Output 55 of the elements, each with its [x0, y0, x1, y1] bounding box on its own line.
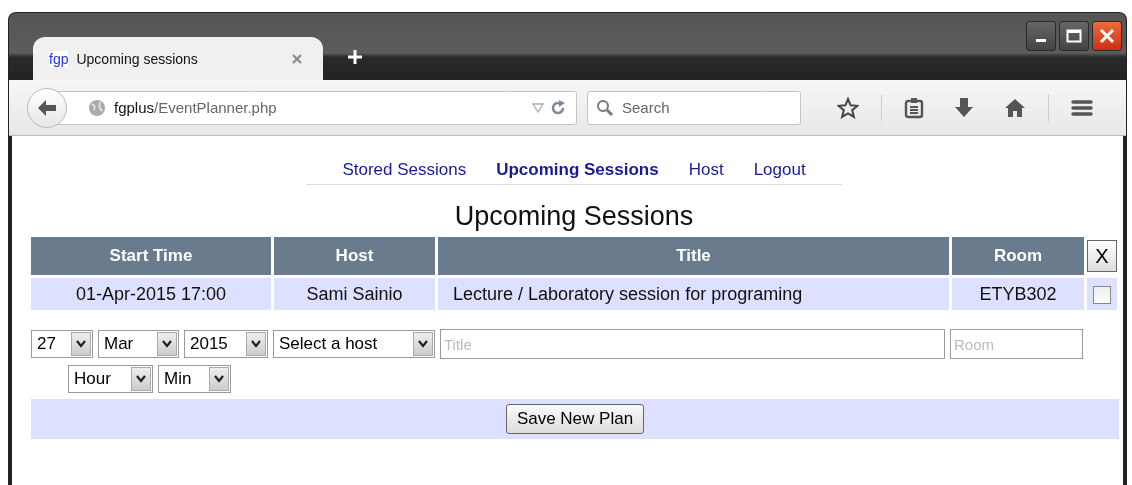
back-button[interactable]: [27, 87, 67, 128]
close-icon[interactable]: [291, 52, 303, 65]
page-heading: Upcoming Sessions: [453, 201, 695, 232]
year-select[interactable]: 2015: [184, 330, 268, 358]
search-icon: [596, 98, 614, 117]
nav-link[interactable]: Logout: [753, 160, 806, 180]
column-header: Start Time: [31, 237, 271, 275]
minute-select[interactable]: Min: [158, 365, 231, 393]
url-host: fgplus: [114, 99, 155, 116]
table-cell: ETYB302: [952, 278, 1084, 310]
minimize-icon: [1036, 39, 1046, 42]
minimize-button[interactable]: [1026, 21, 1056, 51]
nav-link[interactable]: Host: [688, 160, 724, 180]
table-cell: 01-Apr-2015 17:00: [31, 278, 271, 310]
host-select[interactable]: Select a host: [273, 330, 435, 358]
search-field[interactable]: Search: [587, 90, 801, 125]
tab-title: Upcoming sessions: [76, 50, 199, 67]
maximize-button[interactable]: [1059, 21, 1089, 51]
chevron-down-icon: [214, 375, 224, 383]
download-icon[interactable]: [954, 96, 974, 119]
room-field[interactable]: Room: [950, 329, 1083, 359]
chevron-down-icon: [418, 340, 428, 348]
column-header: Title: [438, 237, 949, 275]
column-header: Host: [274, 237, 435, 275]
delete-button[interactable]: X: [1087, 240, 1117, 272]
day-select[interactable]: 27: [31, 330, 93, 358]
nav-link[interactable]: Stored Sessions: [342, 160, 467, 180]
close-icon: [1099, 28, 1115, 44]
globe-icon: [88, 98, 106, 117]
home-icon[interactable]: [1004, 97, 1026, 118]
url-path: /EventPlanner.php: [154, 99, 277, 116]
star-icon[interactable]: [837, 96, 859, 119]
table-cell: Sami Sainio: [274, 278, 435, 310]
title-field[interactable]: Title: [440, 329, 945, 359]
back-arrow-icon: [37, 98, 57, 117]
month-select[interactable]: Mar: [98, 330, 179, 358]
clipboard-icon[interactable]: [904, 96, 924, 119]
browser-tab[interactable]: fgp Upcoming sessions: [33, 37, 323, 80]
chevron-down-icon: [136, 375, 146, 383]
nav-link[interactable]: Upcoming Sessions: [496, 160, 659, 180]
chevron-down-icon: [251, 340, 261, 348]
save-button[interactable]: Save New Plan: [505, 404, 645, 434]
favicon: fgp: [49, 50, 69, 67]
hour-select[interactable]: Hour: [68, 365, 153, 393]
table-cell: Lecture / Laboratory session for programing: [438, 278, 949, 310]
reload-icon[interactable]: [550, 99, 566, 116]
column-header: Room: [952, 237, 1084, 275]
close-button[interactable]: [1092, 21, 1122, 51]
address-bar[interactable]: fgplus/EventPlanner.php: [57, 90, 577, 125]
chevron-down-icon: [162, 340, 172, 348]
chevron-down-icon: [76, 340, 86, 348]
maximize-icon: [1066, 29, 1082, 43]
row-checkbox[interactable]: [1093, 285, 1111, 304]
menu-icon[interactable]: [1071, 98, 1093, 117]
new-tab-icon[interactable]: [347, 49, 363, 65]
